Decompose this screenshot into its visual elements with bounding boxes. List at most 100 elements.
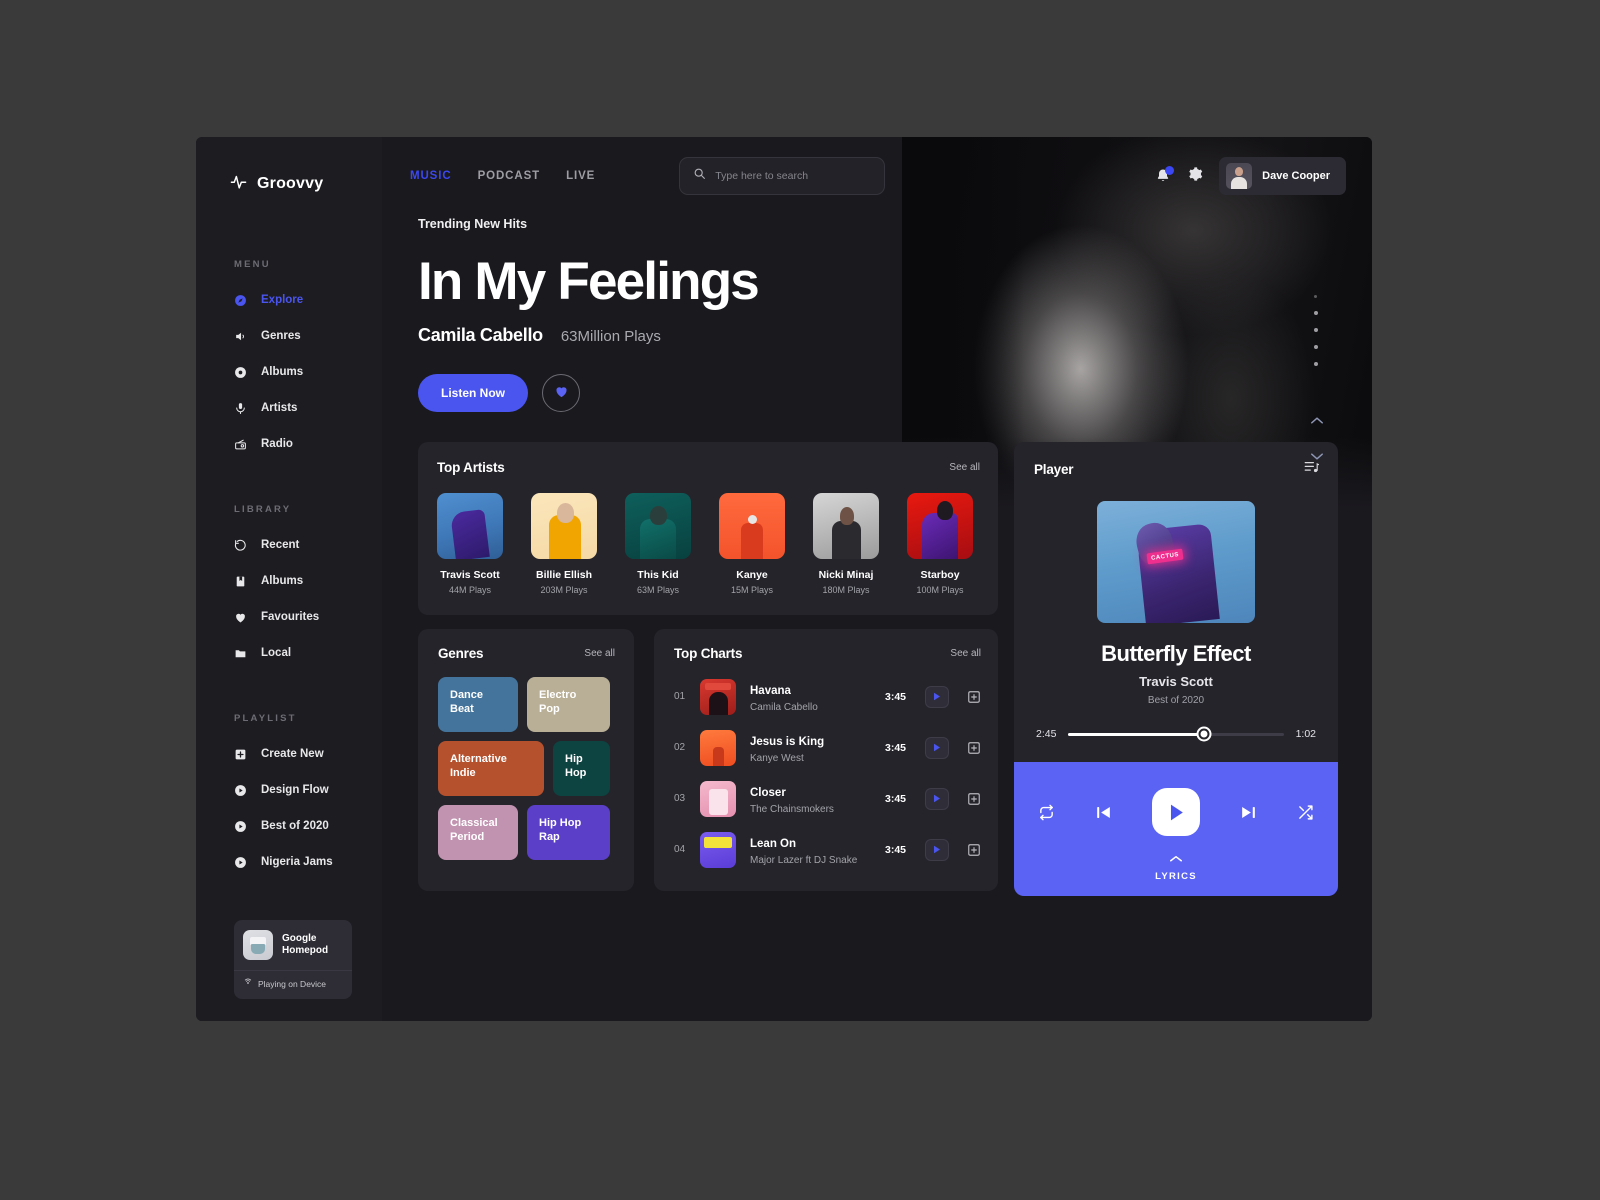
tab-music[interactable]: MUSIC — [410, 170, 452, 182]
artist-card[interactable]: Billie Ellish 203M Plays — [531, 493, 597, 595]
hero-kicker: Trending New Hits — [418, 217, 528, 231]
sidebar-item-local[interactable]: Local — [196, 635, 382, 671]
seek-slider[interactable] — [1068, 728, 1284, 740]
genre-tile[interactable]: Hip Hop — [553, 741, 610, 796]
artist-name: Billie Ellish — [535, 569, 593, 581]
artist-card[interactable]: Nicki Minaj 180M Plays — [813, 493, 879, 595]
carousel-dot[interactable] — [1314, 362, 1318, 366]
chart-index: 01 — [674, 691, 686, 702]
artist-plays: 100M Plays — [916, 585, 964, 595]
connected-device-card[interactable]: Google Homepod Playing on Device — [234, 920, 352, 999]
now-playing-title: Butterfly Effect — [1101, 641, 1251, 666]
play-button[interactable] — [925, 685, 949, 708]
lyrics-toggle[interactable]: LYRICS — [1038, 850, 1314, 882]
sidebar-item-recent[interactable]: Recent — [196, 527, 382, 563]
artist-card[interactable]: Kanye 15M Plays — [719, 493, 785, 595]
chevron-up-icon — [1169, 850, 1183, 867]
user-profile-button[interactable]: Dave Cooper — [1219, 157, 1346, 195]
genre-tile[interactable]: Classical Period — [438, 805, 518, 860]
add-to-playlist-button[interactable] — [967, 843, 981, 857]
sidebar-item-favourites[interactable]: Favourites — [196, 599, 382, 635]
carousel-indicators[interactable] — [1314, 295, 1318, 379]
chart-artist: Kanye West — [750, 752, 804, 764]
genre-tile[interactable]: Electro Pop — [527, 677, 610, 732]
add-to-playlist-button[interactable] — [967, 741, 981, 755]
sidebar-item-best-of-2020[interactable]: Best of 2020 — [196, 808, 382, 844]
library-section-label: LIBRARY — [234, 504, 292, 515]
top-charts-see-all[interactable]: See all — [950, 648, 981, 659]
add-to-playlist-button[interactable] — [967, 690, 981, 704]
chart-artist: Major Lazer ft DJ Snake — [750, 854, 858, 866]
genre-label-line2: Period — [450, 830, 485, 843]
heart-icon — [234, 611, 247, 624]
chevron-up-icon[interactable] — [1310, 412, 1324, 430]
search-box[interactable] — [679, 157, 886, 195]
table-row[interactable]: 04 Lean On Major Lazer ft DJ Snake 3:45 — [674, 824, 981, 875]
carousel-dot[interactable] — [1314, 328, 1318, 332]
sidebar-item-create-new[interactable]: Create New — [196, 736, 382, 772]
sidebar-item-label: Design Flow — [261, 784, 329, 796]
play-button[interactable] — [925, 736, 949, 759]
sidebar-item-design-flow[interactable]: Design Flow — [196, 772, 382, 808]
tab-live[interactable]: LIVE — [566, 170, 595, 182]
sidebar-item-albums[interactable]: Albums — [196, 354, 382, 390]
seek-fill — [1068, 732, 1204, 736]
listen-now-button[interactable]: Listen Now — [418, 374, 529, 412]
chevron-down-icon[interactable] — [1310, 448, 1324, 466]
sidebar-item-label: Albums — [261, 366, 304, 378]
artist-photo — [437, 493, 503, 559]
remaining-time: 1:02 — [1295, 728, 1316, 740]
genre-tile[interactable]: Alternative Indie — [438, 741, 544, 796]
plus-square-icon — [234, 748, 247, 761]
carousel-dot[interactable] — [1314, 345, 1318, 349]
artist-card[interactable]: Travis Scott 44M Plays — [437, 493, 503, 595]
carousel-dot[interactable] — [1314, 295, 1317, 298]
cast-icon — [243, 978, 253, 990]
device-name-line1: Google — [282, 932, 317, 944]
main-content: MUSIC PODCAST LIVE Type here to search D… — [382, 137, 1372, 1021]
sidebar-item-genres[interactable]: Genres — [196, 318, 382, 354]
sidebar-item-nigeria-jams[interactable]: Nigeria Jams — [196, 844, 382, 880]
tab-podcast[interactable]: PODCAST — [478, 170, 541, 182]
avatar — [1226, 163, 1253, 189]
artist-plays: 180M Plays — [822, 585, 870, 595]
genre-tile[interactable]: Hip Hop Rap — [527, 805, 610, 860]
sidebar-item-library-albums[interactable]: Albums — [196, 563, 382, 599]
settings-button[interactable] — [1187, 166, 1203, 187]
genres-see-all[interactable]: See all — [584, 648, 615, 659]
favourite-button[interactable] — [542, 374, 581, 412]
play-circle-icon — [234, 820, 247, 833]
table-row[interactable]: 01 Havana Camila Cabello 3:45 — [674, 671, 981, 722]
table-row[interactable]: 02 Jesus is King Kanye West 3:45 — [674, 722, 981, 773]
play-button[interactable] — [925, 838, 949, 861]
sidebar-item-explore[interactable]: Explore — [196, 282, 385, 318]
bottom-row: Genres See all Dance Beat Electro Pop Al… — [418, 629, 998, 891]
play-button[interactable] — [1152, 788, 1200, 836]
carousel-dot[interactable] — [1314, 311, 1318, 315]
artist-card[interactable]: Starboy 100M Plays — [907, 493, 973, 595]
previous-button[interactable] — [1094, 803, 1113, 822]
skip-previous-icon — [1097, 806, 1110, 818]
sidebar-item-artists[interactable]: Artists — [196, 390, 382, 426]
brand-logo[interactable]: Groovvy — [196, 165, 382, 195]
search-input[interactable] — [715, 170, 872, 182]
hero-artist: Camila Cabello — [418, 325, 543, 345]
add-to-playlist-button[interactable] — [967, 792, 981, 806]
shuffle-button[interactable] — [1297, 804, 1314, 821]
sidebar-item-radio[interactable]: Radio — [196, 426, 382, 462]
table-row[interactable]: 03 Closer The Chainsmokers 3:45 — [674, 773, 981, 824]
skip-next-icon — [1242, 806, 1255, 818]
play-button[interactable] — [925, 787, 949, 810]
next-button[interactable] — [1239, 803, 1258, 822]
genre-tile[interactable]: Dance Beat — [438, 677, 518, 732]
top-charts-header: Top Charts See all — [674, 646, 981, 661]
top-artists-see-all[interactable]: See all — [949, 462, 980, 473]
compass-icon — [234, 294, 247, 307]
chart-artist: The Chainsmokers — [750, 803, 834, 815]
sidebar-item-label: Best of 2020 — [261, 820, 329, 832]
repeat-button[interactable] — [1038, 804, 1055, 821]
seek-handle[interactable] — [1198, 728, 1210, 740]
artist-card[interactable]: This Kid 63M Plays — [625, 493, 691, 595]
book-icon — [234, 575, 247, 588]
notifications-button[interactable] — [1155, 166, 1175, 185]
